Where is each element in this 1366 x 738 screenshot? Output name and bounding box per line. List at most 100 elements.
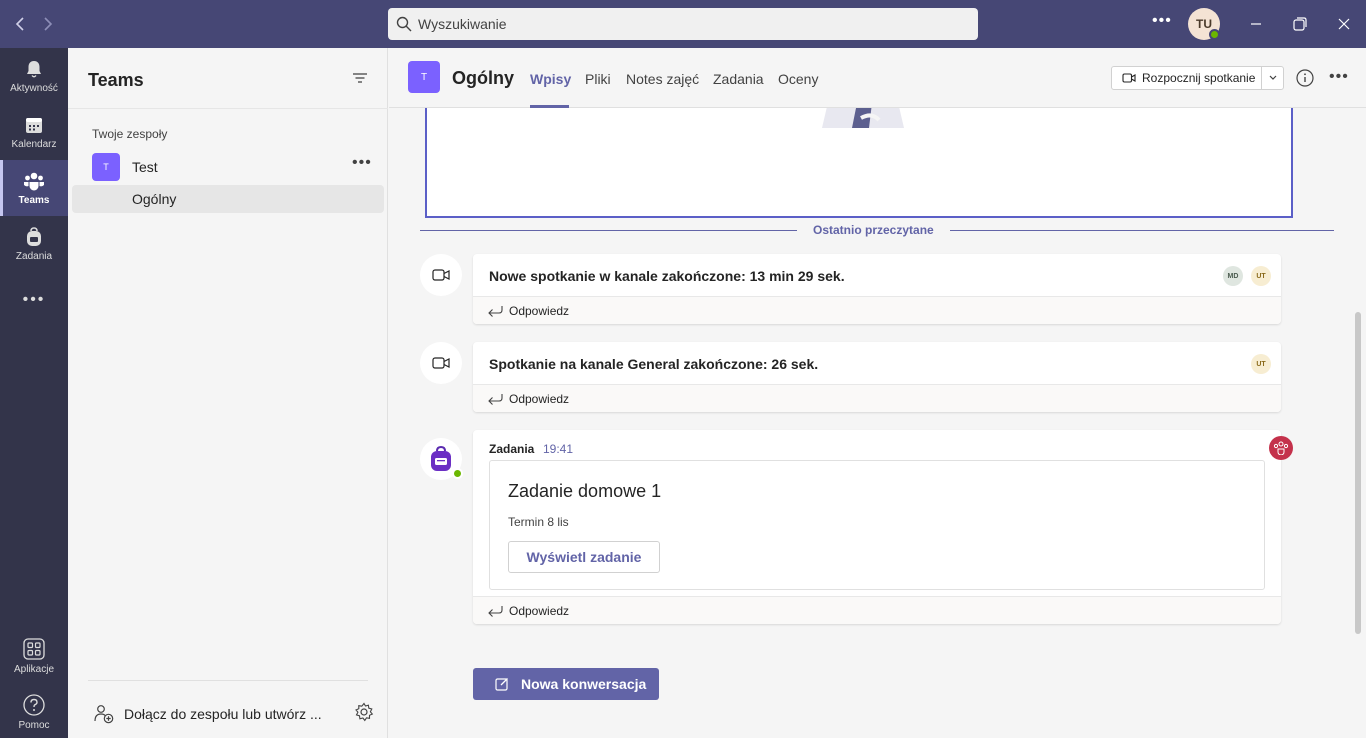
reply-label: Odpowiedz — [509, 392, 570, 406]
assignments-app-avatar — [420, 438, 463, 480]
rail-item-teams[interactable]: Teams — [0, 160, 68, 216]
minimize-icon[interactable] — [1244, 12, 1268, 36]
assignment-card: Zadanie domowe 1 Termin 8 lis Wyświetl z… — [489, 460, 1265, 590]
rail-item-calendar[interactable]: Kalendarz — [0, 104, 68, 160]
assignment-message[interactable]: Zadania 19:41 Zadanie domowe 1 Termin 8 … — [473, 430, 1281, 624]
message-time: 19:41 — [543, 442, 574, 456]
rail-label: Pomoc — [18, 719, 50, 731]
join-create-team-button[interactable]: Dołącz do zespołu lub utwórz ... — [94, 702, 374, 726]
rail-label: Zadania — [15, 250, 53, 262]
compose-icon — [495, 678, 508, 691]
rail-item-more[interactable]: ••• — [0, 272, 68, 328]
forward-arrow-icon[interactable] — [36, 12, 60, 36]
rail-label: Teams — [18, 194, 50, 206]
active-tab-indicator — [530, 105, 569, 108]
panel-title: Teams — [88, 70, 144, 90]
participant-avatar[interactable]: UT — [1251, 266, 1271, 286]
reply-label: Odpowiedz — [509, 304, 570, 318]
maximize-icon[interactable] — [1288, 12, 1312, 36]
channel-title: Ogólny — [452, 68, 514, 88]
last-read-label: Ostatnio przeczytane — [797, 223, 950, 237]
reply-arrow-icon — [488, 394, 503, 405]
back-arrow-icon[interactable] — [8, 12, 32, 36]
meeting-video-icon — [420, 342, 462, 384]
help-icon — [23, 693, 45, 716]
start-meeting-button[interactable]: Rozpocznij spotkanie — [1111, 66, 1284, 90]
team-avatar: T — [92, 153, 120, 181]
reply-button[interactable]: Odpowiedz — [473, 596, 1281, 624]
add-people-icon — [94, 705, 114, 724]
app-rail: Aktywność Kalendarz Teams Zadania ••• Ap… — [0, 48, 68, 738]
tab-posts[interactable]: Wpisy — [530, 71, 571, 87]
teams-icon — [24, 172, 44, 190]
button-split — [1261, 67, 1262, 89]
reply-button[interactable]: Odpowiedz — [473, 384, 1281, 412]
rail-label: Aktywność — [10, 82, 58, 94]
join-label: Dołącz do zespołu lub utwórz ... — [124, 706, 322, 722]
channel-main: T Ogólny Wpisy Pliki Notes zajęć Zadania… — [389, 48, 1366, 738]
participant-avatar[interactable]: UT — [1251, 354, 1271, 374]
info-icon[interactable] — [1295, 68, 1315, 88]
meeting-message-1[interactable]: Nowe spotkanie w kanale zakończone: 13 m… — [473, 254, 1281, 324]
gear-icon[interactable] — [354, 702, 374, 722]
reply-arrow-icon — [488, 606, 503, 617]
backpack-icon — [27, 226, 41, 246]
channel-item-ogolny[interactable]: Ogólny — [72, 185, 384, 213]
tab-class-notebook[interactable]: Notes zajęć — [626, 71, 699, 87]
team-item-test[interactable]: T Test ••• — [72, 152, 384, 182]
filter-icon[interactable] — [352, 70, 368, 86]
rail-item-activity[interactable]: Aktywność — [0, 48, 68, 104]
meeting-message-2[interactable]: Spotkanie na kanale General zakończone: … — [473, 342, 1281, 412]
tab-files[interactable]: Pliki — [585, 71, 611, 87]
new-conversation-button[interactable]: Nowa konwersacja — [473, 668, 659, 700]
presence-available-icon — [452, 468, 463, 479]
tab-assignments[interactable]: Zadania — [713, 71, 764, 87]
meeting-video-icon — [420, 254, 462, 296]
section-label: Twoje zespoły — [92, 127, 168, 141]
panel-divider — [68, 108, 388, 109]
rail-item-apps[interactable]: Aplikacje — [0, 628, 68, 684]
rail-item-help[interactable]: Pomoc — [0, 684, 68, 738]
user-avatar[interactable]: TU — [1188, 8, 1220, 40]
search-icon — [396, 16, 412, 32]
rail-item-assignments[interactable]: Zadania — [0, 216, 68, 272]
feed-scrollbar[interactable] — [1355, 312, 1361, 634]
more-icon: ••• — [22, 291, 46, 308]
channel-avatar: T — [408, 61, 440, 93]
participant-avatar[interactable]: MD — [1223, 266, 1243, 286]
reply-arrow-icon — [488, 306, 503, 317]
apps-icon — [23, 637, 45, 660]
tab-grades[interactable]: Oceny — [778, 71, 818, 87]
user-initials: TU — [1196, 17, 1212, 31]
channel-header: T Ogólny Wpisy Pliki Notes zajęć Zadania… — [389, 48, 1366, 108]
settings-more-icon[interactable]: ••• — [1152, 12, 1172, 30]
rail-label: Kalendarz — [11, 138, 57, 150]
backpack-icon — [431, 446, 451, 471]
start-meeting-label: Rozpocznij spotkanie — [1142, 71, 1256, 85]
search-box[interactable] — [388, 8, 978, 40]
rail-label: Aplikacje — [13, 663, 55, 675]
teams-panel: Teams Twoje zespoły T Test ••• Ogólny Do… — [68, 48, 388, 738]
panel-bottom-divider — [88, 680, 368, 681]
assignment-title: Zadanie domowe 1 — [508, 481, 662, 501]
chevron-down-icon[interactable] — [1268, 71, 1278, 85]
message-text: Nowe spotkanie w kanale zakończone: 13 m… — [489, 268, 845, 284]
search-input[interactable] — [418, 16, 958, 32]
more-options-icon[interactable]: ••• — [1329, 68, 1349, 86]
more-options-icon[interactable]: ••• — [352, 154, 372, 172]
presence-available-icon — [1209, 29, 1220, 40]
bell-icon — [27, 60, 41, 77]
reply-button[interactable]: Odpowiedz — [473, 296, 1281, 324]
channel-name: Ogólny — [132, 191, 177, 207]
title-bar: ••• TU — [0, 0, 1366, 48]
video-camera-icon — [1122, 73, 1136, 83]
sender-name: Zadania — [489, 442, 535, 456]
conversation-feed: Ostatnio przeczytane Nowe spotkanie w ka… — [389, 98, 1366, 738]
reaction-icon[interactable] — [1269, 436, 1293, 460]
assignment-due: Termin 8 lis — [508, 515, 569, 529]
view-assignment-button[interactable]: Wyświetl zadanie — [508, 541, 660, 573]
reply-label: Odpowiedz — [509, 604, 570, 618]
close-icon[interactable] — [1332, 12, 1356, 36]
new-conversation-label: Nowa konwersacja — [521, 676, 647, 692]
team-name: Test — [132, 159, 158, 175]
